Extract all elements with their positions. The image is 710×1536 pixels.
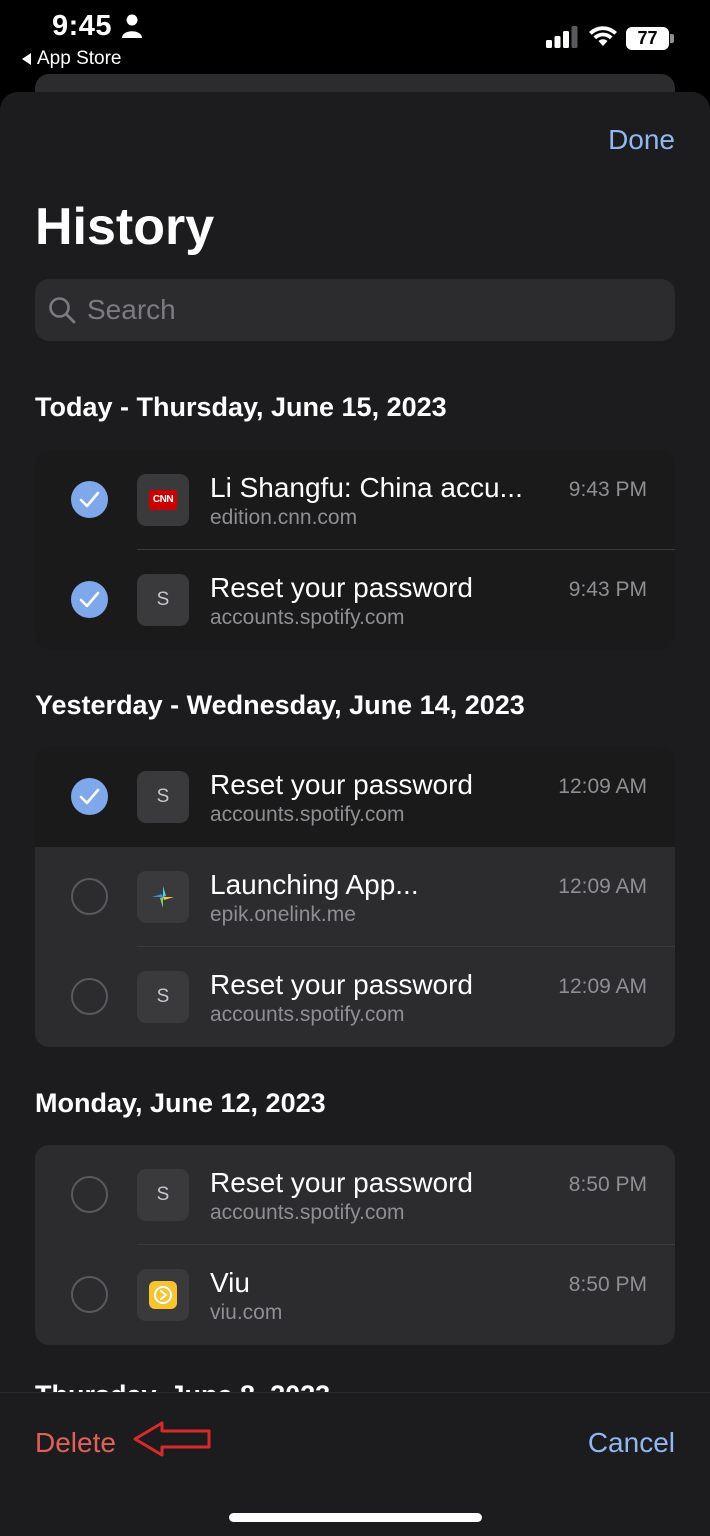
history-group-today: CNN Li Shangfu: China accu... edition.cn… bbox=[35, 450, 675, 650]
history-row[interactable]: Launching App... epik.onelink.me 12:09 A… bbox=[35, 847, 675, 947]
history-row[interactable]: S Reset your password accounts.spotify.c… bbox=[35, 550, 675, 650]
history-item-domain: accounts.spotify.com bbox=[210, 1003, 405, 1026]
section-title-yesterday: Yesterday - Wednesday, June 14, 2023 bbox=[35, 690, 525, 720]
selection-checkbox-unchecked[interactable] bbox=[71, 878, 108, 915]
search-bar[interactable] bbox=[35, 279, 675, 341]
selection-checkbox-checked[interactable] bbox=[71, 778, 108, 815]
history-item-domain: accounts.spotify.com bbox=[210, 606, 405, 629]
viu-logo-icon bbox=[149, 1281, 177, 1309]
wifi-icon bbox=[589, 26, 617, 46]
history-item-time: 12:09 AM bbox=[558, 875, 647, 898]
status-time: 9:45 bbox=[52, 10, 113, 42]
history-item-title: Li Shangfu: China accu... bbox=[210, 472, 523, 503]
back-app-label: App Store bbox=[37, 48, 122, 69]
history-item-title: Launching App... bbox=[210, 869, 419, 900]
history-item-time: 12:09 AM bbox=[558, 975, 647, 998]
selection-checkbox-checked[interactable] bbox=[71, 481, 108, 518]
history-item-title: Reset your password bbox=[210, 572, 474, 603]
delete-button[interactable]: Delete bbox=[35, 1427, 116, 1459]
history-item-time: 12:09 AM bbox=[558, 775, 647, 798]
viu-favicon bbox=[137, 1269, 189, 1321]
annotation-arrow-icon bbox=[133, 1421, 211, 1457]
section-title-today: Today - Thursday, June 15, 2023 bbox=[35, 392, 447, 422]
history-sheet: Done History Today - Thursday, June 15, … bbox=[0, 92, 710, 1536]
battery-level: 77 bbox=[626, 27, 669, 50]
home-indicator bbox=[229, 1513, 482, 1522]
checkmark-icon bbox=[79, 491, 100, 508]
selection-checkbox-unchecked[interactable] bbox=[71, 978, 108, 1015]
epik-logo-icon bbox=[152, 886, 174, 908]
selection-checkbox-unchecked[interactable] bbox=[71, 1176, 108, 1213]
epik-favicon bbox=[137, 871, 189, 923]
history-item-time: 8:50 PM bbox=[568, 1273, 647, 1296]
search-input[interactable] bbox=[87, 294, 647, 326]
history-item-title: Reset your password bbox=[210, 969, 474, 1000]
history-item-title: Reset your password bbox=[210, 1167, 474, 1198]
history-item-domain: accounts.spotify.com bbox=[210, 803, 405, 826]
history-group-monday: S Reset your password accounts.spotify.c… bbox=[35, 1145, 675, 1345]
history-row[interactable]: Viu viu.com 8:50 PM bbox=[35, 1245, 675, 1345]
history-item-title: Reset your password bbox=[210, 769, 474, 800]
page-title: History bbox=[35, 198, 215, 256]
history-item-domain: viu.com bbox=[210, 1301, 283, 1324]
selection-checkbox-unchecked[interactable] bbox=[71, 1276, 108, 1313]
history-item-domain: epik.onelink.me bbox=[210, 903, 356, 926]
status-bar: 9:45 App Store 77 bbox=[0, 0, 710, 80]
history-group-yesterday: S Reset your password accounts.spotify.c… bbox=[35, 747, 675, 1047]
history-row[interactable]: S Reset your password accounts.spotify.c… bbox=[35, 947, 675, 1047]
cancel-button[interactable]: Cancel bbox=[588, 1427, 675, 1459]
cnn-logo-icon: CNN bbox=[149, 490, 177, 510]
selection-checkbox-checked[interactable] bbox=[71, 581, 108, 618]
letter-favicon: S bbox=[137, 574, 189, 626]
section-title-monday: Monday, June 12, 2023 bbox=[35, 1088, 326, 1118]
history-item-domain: accounts.spotify.com bbox=[210, 1201, 405, 1224]
back-triangle-icon bbox=[22, 53, 31, 65]
battery-nub bbox=[670, 34, 674, 43]
history-item-time: 9:43 PM bbox=[568, 578, 647, 601]
history-row[interactable]: CNN Li Shangfu: China accu... edition.cn… bbox=[35, 450, 675, 550]
history-item-time: 9:43 PM bbox=[568, 478, 647, 501]
history-item-title: Viu bbox=[210, 1267, 250, 1298]
checkmark-icon bbox=[79, 788, 100, 805]
done-button[interactable]: Done bbox=[608, 124, 675, 156]
person-icon bbox=[122, 14, 142, 38]
search-icon bbox=[49, 297, 76, 324]
checkmark-icon bbox=[79, 591, 100, 608]
history-item-time: 8:50 PM bbox=[568, 1173, 647, 1196]
letter-favicon: S bbox=[137, 1169, 189, 1221]
letter-favicon: S bbox=[137, 771, 189, 823]
history-row[interactable]: S Reset your password accounts.spotify.c… bbox=[35, 1145, 675, 1245]
cnn-favicon: CNN bbox=[137, 474, 189, 526]
cellular-signal-icon bbox=[546, 26, 578, 48]
battery-indicator: 77 bbox=[626, 27, 674, 50]
history-item-domain: edition.cnn.com bbox=[210, 506, 358, 529]
history-row[interactable]: S Reset your password accounts.spotify.c… bbox=[35, 747, 675, 847]
letter-favicon: S bbox=[137, 971, 189, 1023]
back-to-app-store[interactable]: App Store bbox=[22, 48, 122, 70]
